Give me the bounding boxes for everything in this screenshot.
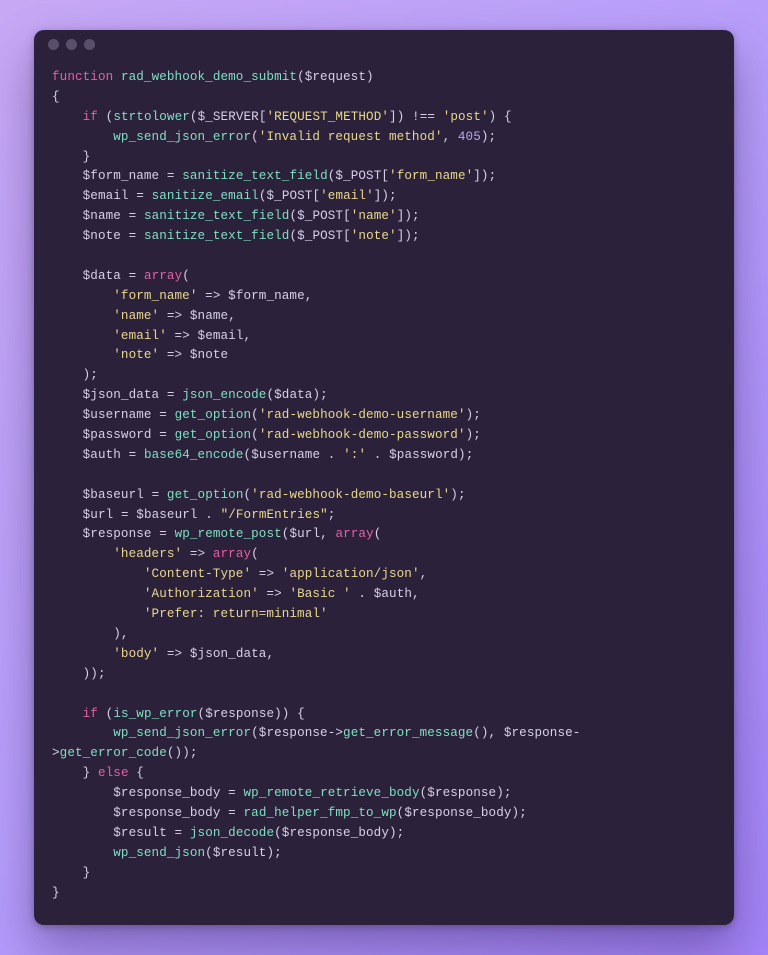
keyword-function: function [52, 70, 113, 84]
function-name: rad_webhook_demo_submit [121, 70, 297, 84]
traffic-light-zoom-icon [84, 39, 95, 50]
traffic-light-close-icon [48, 39, 59, 50]
traffic-light-minimize-icon [66, 39, 77, 50]
code-window: function rad_webhook_demo_submit($reques… [34, 30, 734, 925]
param-request: $request [305, 70, 366, 84]
window-titlebar [34, 30, 734, 58]
code-area: function rad_webhook_demo_submit($reques… [34, 58, 734, 925]
gradient-background: function rad_webhook_demo_submit($reques… [0, 0, 768, 955]
code-block: function rad_webhook_demo_submit($reques… [52, 68, 716, 903]
